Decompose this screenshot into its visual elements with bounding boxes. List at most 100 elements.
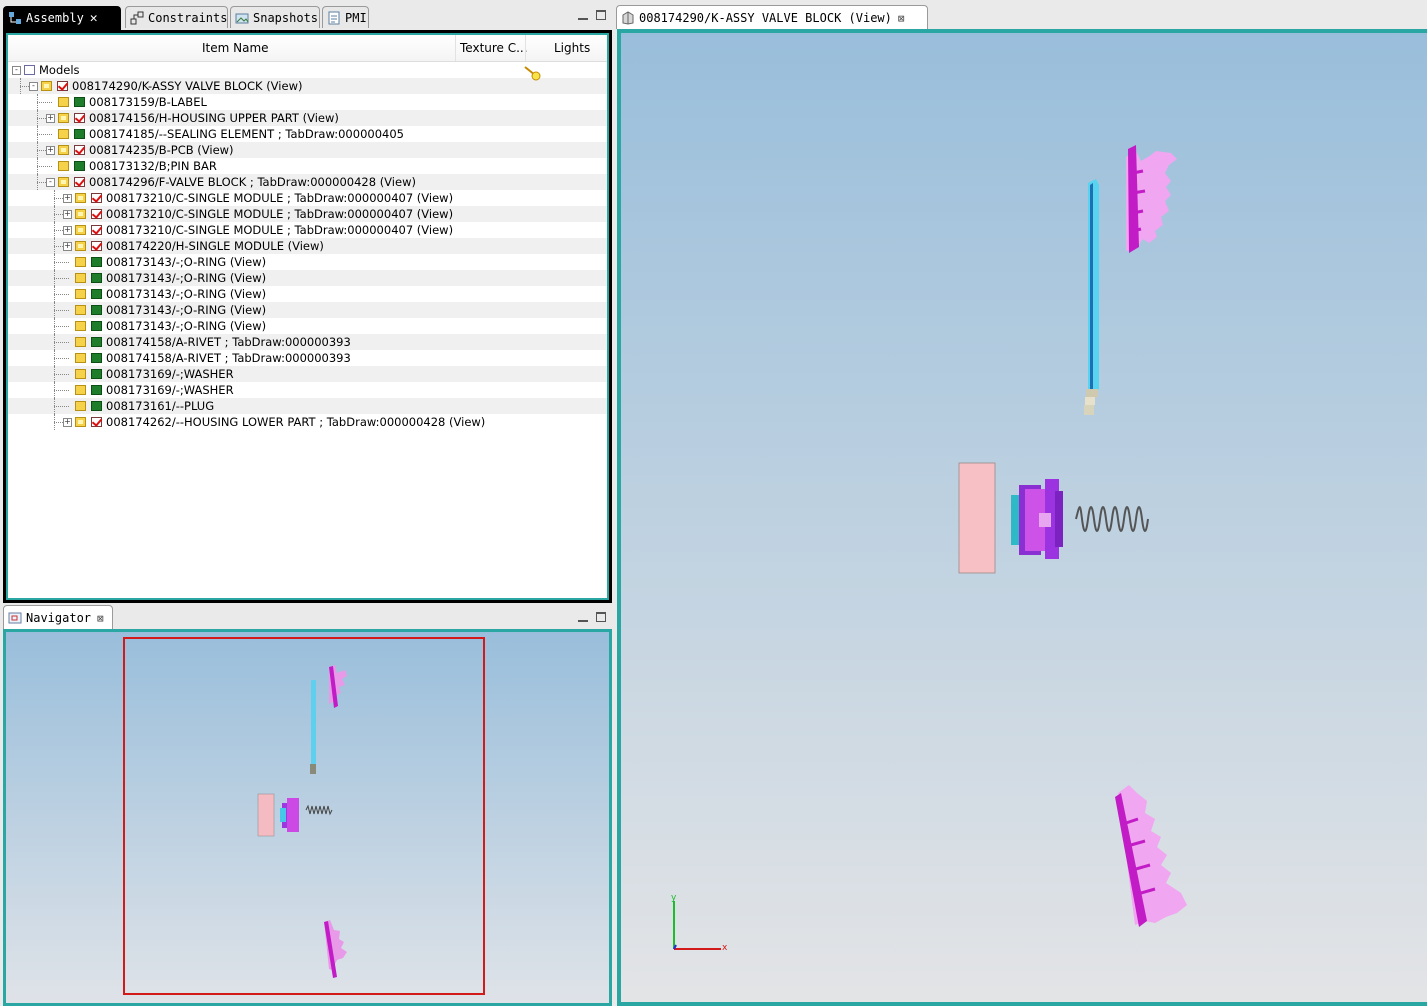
column-header-item-name[interactable]: Item Name [202,41,269,55]
tree-row-label: 008174235/B-PCB (View) [89,143,234,157]
visibility-checkbox-icon[interactable] [91,193,102,203]
minimize-icon[interactable] [578,12,588,20]
expand-icon[interactable]: + [63,242,72,251]
folder-icon [75,273,86,283]
tree-connector [54,278,69,280]
expand-icon[interactable]: + [63,418,72,427]
models-root-icon [24,65,35,75]
tab-assembly[interactable]: Assembly ✕ [3,6,121,31]
tab-navigator[interactable]: Navigator ⊠ [3,605,113,629]
tree-row[interactable]: - Models [8,62,607,78]
tree-row[interactable]: +008174262/--HOUSING LOWER PART ; TabDra… [8,414,607,430]
visibility-checkbox-icon[interactable] [91,241,102,251]
3d-viewport[interactable]: y x [621,33,1427,1002]
tab-snapshots[interactable]: Snapshots [230,6,320,28]
visibility-checkbox-icon[interactable] [91,209,102,219]
column-header-texture[interactable]: Texture C... [460,41,528,55]
tree-row[interactable]: 008173143/-;O-RING (View) [8,302,607,318]
close-icon[interactable]: ⊠ [97,607,104,631]
tree-connector [37,166,52,168]
model-tree[interactable]: Item Name Texture C... Lights - Models -00… [8,35,607,598]
visibility-checkbox-icon[interactable] [74,145,85,155]
visibility-checkbox-icon[interactable] [74,113,85,123]
visibility-checkbox-icon[interactable] [91,417,102,427]
folder-icon [58,145,69,155]
tab-snapshots-label: Snapshots [253,11,319,25]
tree-row[interactable]: 008174185/--SEALING ELEMENT ; TabDraw:00… [8,126,607,142]
tree-row[interactable]: 008173143/-;O-RING (View) [8,286,607,302]
axis-x-label: x [722,943,728,953]
folder-icon [75,193,86,203]
tab-pmi[interactable]: PMI [322,6,369,28]
tree-row[interactable]: 008173159/B-LABEL [8,94,607,110]
part-icon [91,369,102,379]
close-icon[interactable]: ✕ [90,8,98,30]
assembly-panel-controls [570,9,606,23]
tree-row-label: 008174158/A-RIVET ; TabDraw:000000393 [106,351,351,365]
collapse-icon[interactable]: - [29,82,38,91]
column-divider[interactable] [455,35,456,61]
visibility-checkbox-icon[interactable] [57,81,68,91]
expand-icon[interactable]: + [63,210,72,219]
maximize-icon[interactable] [596,612,606,622]
navigator-view[interactable] [6,632,609,1003]
pmi-icon [328,11,340,25]
tree-row-label: 008173143/-;O-RING (View) [106,271,267,285]
tree-row[interactable]: 008173169/-;WASHER [8,366,607,382]
part-icon [91,401,102,411]
assembly-frame: Item Name Texture C... Lights - Models -00… [3,30,612,603]
collapse-icon[interactable]: - [12,66,21,75]
folder-icon [75,257,86,267]
tree-row[interactable]: - 008174296/F-VALVE BLOCK ; TabDraw:00000… [8,174,607,190]
expand-icon[interactable]: + [63,194,72,203]
tree-row[interactable]: 008174158/A-RIVET ; TabDraw:000000393 [8,350,607,366]
visibility-checkbox-icon[interactable] [74,177,85,187]
tree-connector [54,358,69,360]
tree-row[interactable]: +008174235/B-PCB (View) [8,142,607,158]
light-bulb-icon [524,66,541,81]
tree-row[interactable]: 008173143/-;O-RING (View) [8,318,607,334]
tree-row[interactable]: 008174158/A-RIVET ; TabDraw:000000393 [8,334,607,350]
folder-icon [75,417,86,427]
assembly-frame-inner: Item Name Texture C... Lights - Models -00… [6,33,609,600]
folder-icon [75,241,86,251]
tree-row-label: 008173143/-;O-RING (View) [106,319,267,333]
part-icon [91,385,102,395]
tree-row[interactable]: +008173210/C-SINGLE MODULE ; TabDraw:000… [8,222,607,238]
expand-icon[interactable]: + [46,114,55,123]
column-header-lights[interactable]: Lights [554,41,590,55]
maximize-icon[interactable] [596,10,606,20]
tree-row-label: 008173132/B;PIN BAR [89,159,217,173]
visibility-checkbox-icon[interactable] [91,225,102,235]
tree-row[interactable]: 008173143/-;O-RING (View) [8,270,607,286]
tree-row[interactable]: 008173143/-;O-RING (View) [8,254,607,270]
collapse-icon[interactable]: - [46,178,55,187]
nav-lower-housing-part [324,920,347,978]
tree-row-label: 008173169/-;WASHER [106,367,234,381]
expand-icon[interactable]: + [46,146,55,155]
tree-row[interactable]: +008173210/C-SINGLE MODULE ; TabDraw:000… [8,206,607,222]
column-divider[interactable] [525,35,526,61]
snapshots-icon [235,13,249,24]
tree-row[interactable]: 008173169/-;WASHER [8,382,607,398]
close-icon[interactable]: ⊠ [898,7,905,31]
tree-row[interactable]: 008173132/B;PIN BAR [8,158,607,174]
tree-row[interactable]: 008173161/--PLUG [8,398,607,414]
tree-row[interactable]: +008174220/H-SINGLE MODULE (View) [8,238,607,254]
minimize-icon[interactable] [578,614,588,622]
part-icon [91,337,102,347]
folder-icon [58,113,69,123]
folder-icon [75,305,86,315]
folder-icon [41,81,52,91]
tree-row[interactable]: +008174156/H-HOUSING UPPER PART (View) [8,110,607,126]
tree-row-label: 008173169/-;WASHER [106,383,234,397]
tab-constraints[interactable]: Constraints [125,6,228,28]
tree-row-label: 008174185/--SEALING ELEMENT ; TabDraw:00… [89,127,404,141]
tab-model-view[interactable]: 008174290/K-ASSY VALVE BLOCK (View) ⊠ [616,5,928,29]
part-icon [91,289,102,299]
tree-row[interactable]: - 008174290/K-ASSY VALVE BLOCK (View) [8,78,607,94]
part-icon [74,129,85,139]
tree-row[interactable]: +008173210/C-SINGLE MODULE ; TabDraw:000… [8,190,607,206]
expand-icon[interactable]: + [63,226,72,235]
navigator-icon [8,612,22,624]
